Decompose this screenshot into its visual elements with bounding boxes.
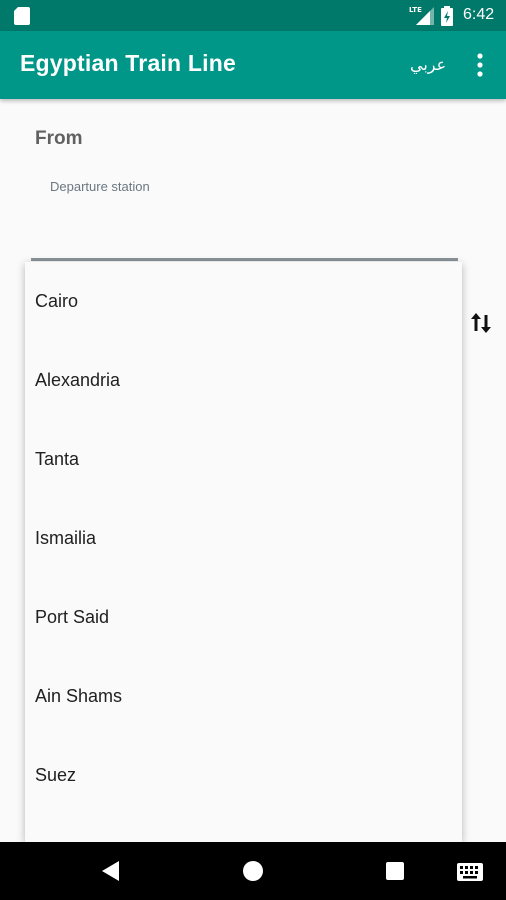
departure-station-field[interactable] [31, 258, 458, 261]
status-clock: 6:42 [463, 6, 495, 23]
station-option[interactable]: Suez [25, 736, 462, 815]
back-icon[interactable] [100, 860, 120, 882]
station-option[interactable]: Cairo [25, 262, 462, 341]
app-title: Egyptian Train Line [20, 50, 236, 76]
recents-icon[interactable] [386, 862, 404, 880]
station-option[interactable]: Ismailia [25, 499, 462, 578]
from-label: From [35, 128, 83, 149]
keyboard-icon[interactable] [457, 863, 483, 881]
sd-card-icon [14, 7, 30, 25]
home-icon[interactable] [243, 861, 263, 881]
app-bar: Egyptian Train Line عربي [0, 31, 506, 99]
overflow-menu-icon[interactable] [470, 51, 490, 79]
station-option[interactable]: Alexandria [25, 341, 462, 420]
navigation-bar [0, 842, 506, 900]
status-bar: LTE 6:42 [0, 0, 506, 31]
station-dropdown[interactable]: Cairo Alexandria Tanta Ismailia Port Sai… [25, 262, 462, 842]
station-option[interactable]: Ain Shams [25, 657, 462, 736]
departure-station-hint: Departure station [50, 179, 150, 194]
station-option[interactable]: Port Said [25, 578, 462, 657]
signal-icon [416, 7, 434, 25]
swap-vertical-icon[interactable] [470, 311, 492, 335]
battery-icon [441, 6, 453, 26]
language-button[interactable]: عربي [410, 55, 446, 74]
station-option[interactable]: Tanta [25, 420, 462, 499]
